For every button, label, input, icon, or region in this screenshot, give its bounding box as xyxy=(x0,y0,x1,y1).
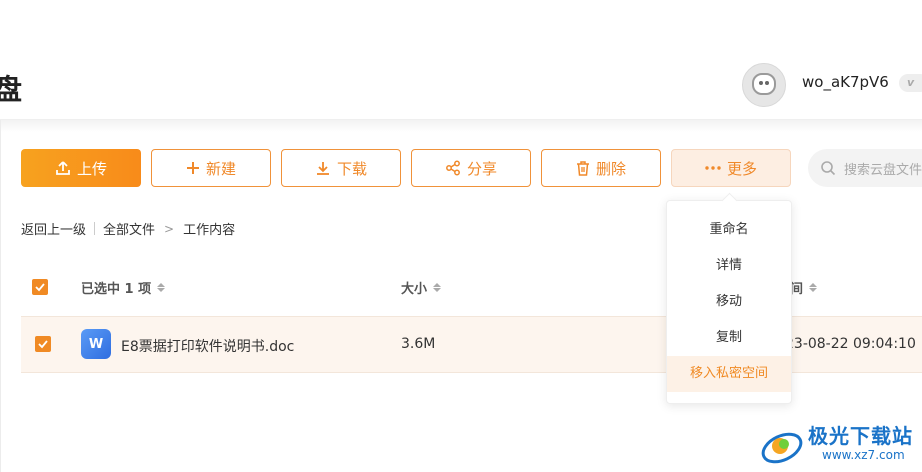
username[interactable]: wo_aK7pV6 xyxy=(802,73,889,91)
header-size-label: 大小 xyxy=(401,282,428,297)
header-selected[interactable]: 已选中 1 项 xyxy=(81,278,166,297)
sort-icon xyxy=(157,283,166,292)
header-size[interactable]: 大小 xyxy=(401,278,442,297)
delete-label: 删除 xyxy=(595,159,626,178)
share-button[interactable]: 分享 xyxy=(411,149,531,187)
header-selected-label: 已选中 1 项 xyxy=(81,282,152,297)
download-icon xyxy=(316,162,329,175)
upload-label: 上传 xyxy=(76,159,107,178)
sort-icon xyxy=(433,283,442,292)
new-button[interactable]: 新建 xyxy=(151,149,271,187)
menu-item-details[interactable]: 详情 xyxy=(667,248,791,284)
more-dots-icon xyxy=(705,166,721,170)
check-icon xyxy=(38,340,48,349)
select-all-checkbox[interactable] xyxy=(32,279,48,295)
more-label: 更多 xyxy=(726,159,757,178)
menu-item-private-space[interactable]: 移入私密空间 xyxy=(667,356,791,392)
search-icon xyxy=(821,161,836,176)
more-button[interactable]: 更多 xyxy=(671,149,791,187)
new-label: 新建 xyxy=(205,159,236,178)
plus-icon xyxy=(186,162,199,174)
breadcrumb: 返回上一级 全部文件 > 工作内容 xyxy=(21,219,236,239)
user-avatar[interactable] xyxy=(742,63,786,107)
watermark-logo-icon xyxy=(761,432,803,464)
file-size: 3.6M xyxy=(401,336,436,352)
page-title: 盘 xyxy=(0,73,23,106)
all-files-link[interactable]: 全部文件 xyxy=(103,219,155,238)
word-doc-icon: W xyxy=(81,329,111,359)
file-name[interactable]: E8票据打印软件说明书.doc xyxy=(121,336,294,356)
check-icon xyxy=(35,283,45,292)
download-button[interactable]: 下载 xyxy=(281,149,401,187)
avatar-face-icon xyxy=(752,73,776,95)
breadcrumb-arrow: > xyxy=(164,221,175,236)
search-placeholder: 搜索云盘文件 xyxy=(844,162,922,178)
watermark: 极光下载站 www.xz7.com xyxy=(758,420,922,472)
upload-button[interactable]: 上传 xyxy=(21,149,141,187)
file-modified-time: 23-08-22 09:04:10 xyxy=(785,336,916,352)
download-label: 下载 xyxy=(336,159,367,178)
trash-icon xyxy=(576,161,589,176)
menu-item-rename[interactable]: 重命名 xyxy=(667,212,791,248)
delete-button[interactable]: 删除 xyxy=(541,149,661,187)
vip-badge[interactable]: v xyxy=(899,74,922,92)
menu-item-copy[interactable]: 复制 xyxy=(667,320,791,356)
back-link[interactable]: 返回上一级 xyxy=(21,219,86,238)
header-time[interactable]: 间 xyxy=(790,278,818,297)
breadcrumb-current: 工作内容 xyxy=(183,223,236,238)
share-icon xyxy=(446,160,460,176)
breadcrumb-divider xyxy=(94,222,96,235)
more-dropdown-menu: 重命名 详情 移动 复制 移入私密空间 xyxy=(666,192,792,404)
sort-icon xyxy=(809,283,818,292)
menu-item-move[interactable]: 移动 xyxy=(667,284,791,320)
watermark-url: www.xz7.com xyxy=(822,448,905,462)
row-checkbox[interactable] xyxy=(35,336,51,352)
top-header xyxy=(0,0,922,120)
search-input[interactable]: 搜索云盘文件 xyxy=(808,149,922,187)
upload-icon xyxy=(56,161,70,175)
share-label: 分享 xyxy=(466,159,497,178)
watermark-title: 极光下载站 xyxy=(808,424,913,448)
